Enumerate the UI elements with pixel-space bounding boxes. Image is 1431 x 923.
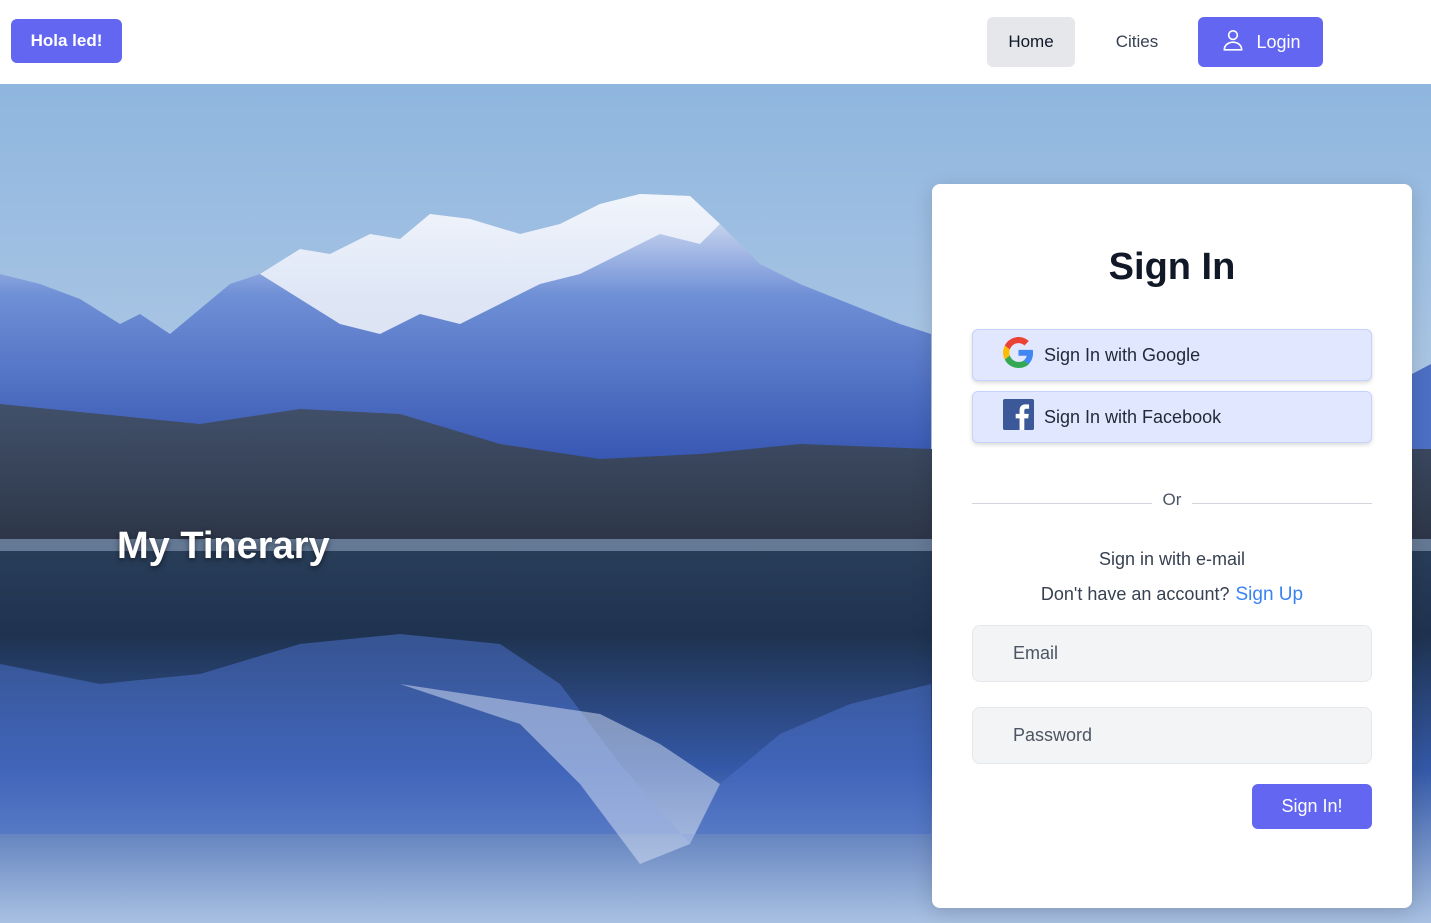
facebook-icon [1003, 399, 1034, 435]
signin-card: Sign In Sign In with Google Sign In with [932, 184, 1412, 908]
or-divider: Or [972, 487, 1372, 511]
divider-text: Or [1162, 490, 1182, 509]
signin-submit-button[interactable]: Sign In! [1252, 784, 1372, 829]
facebook-signin-label: Sign In with Facebook [1044, 406, 1222, 427]
nav-cities-link[interactable]: Cities [1097, 17, 1177, 67]
google-signin-button[interactable]: Sign In with Google [972, 329, 1372, 381]
signin-title: Sign In [1108, 246, 1236, 288]
nav-home-link[interactable]: Home [987, 17, 1075, 67]
user-greeting-button[interactable]: Hola led! [11, 19, 122, 63]
facebook-signin-button[interactable]: Sign In with Facebook [972, 391, 1372, 443]
top-navbar: Hola led! Home Cities Login [0, 0, 1431, 84]
signup-link[interactable]: Sign Up [1235, 584, 1303, 605]
google-icon [1003, 337, 1034, 373]
account-prompt-row: Don't have an account? Sign Up [932, 584, 1412, 606]
hero-title: My Tinerary [117, 525, 330, 567]
email-field[interactable] [972, 625, 1372, 682]
hero-banner: My Tinerary Sign In Sign In with Google [0, 84, 1431, 923]
login-label: Login [1256, 31, 1301, 52]
google-signin-label: Sign In with Google [1044, 344, 1201, 365]
login-button[interactable]: Login [1198, 17, 1323, 67]
user-icon [1220, 27, 1246, 58]
divider-line-right [1192, 503, 1372, 504]
password-field[interactable] [972, 707, 1372, 764]
email-signin-note: Sign in with e-mail [1098, 549, 1246, 569]
account-prompt-text: Don't have an account? [1040, 584, 1230, 604]
